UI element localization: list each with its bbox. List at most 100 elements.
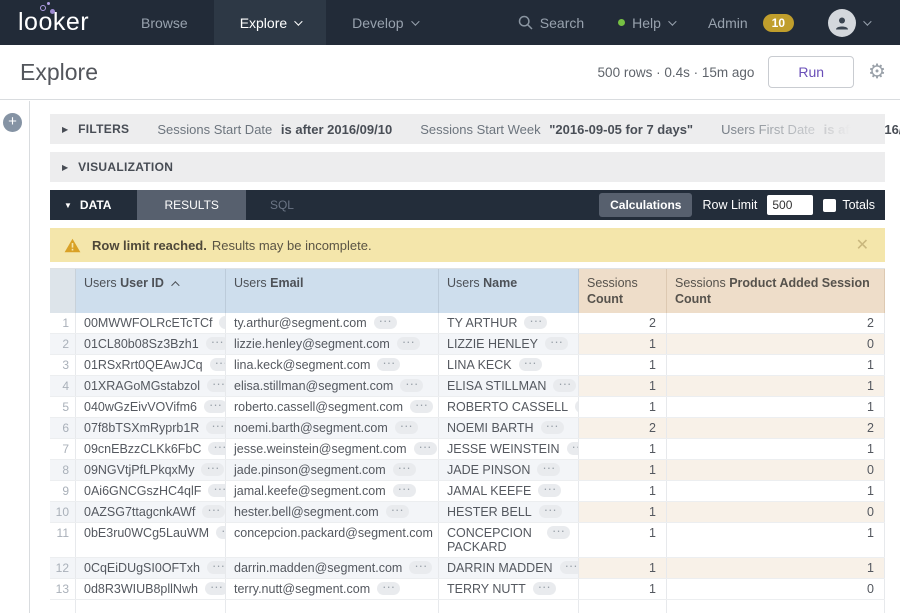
cell-name[interactable]: JESSE WEINSTEIN··· — [439, 439, 579, 459]
cell-email[interactable]: jamal.keefe@segment.com··· — [226, 481, 439, 501]
run-button[interactable]: Run — [768, 56, 854, 88]
cell-user-id[interactable]: 01CL80b08Sz3Bzh1··· — [76, 334, 226, 354]
nav-item-explore[interactable]: Explore — [214, 0, 326, 45]
cell-name[interactable]: NOEMI BARTH··· — [439, 418, 579, 438]
cell-menu-icon[interactable]: ··· — [397, 337, 420, 350]
cell-email[interactable]: lizzie.henley@segment.com··· — [226, 334, 439, 354]
cell-product-added[interactable]: 1 — [667, 523, 885, 557]
cell-name[interactable]: TY ARTHUR··· — [439, 313, 579, 333]
column-header-user-id[interactable]: Users User ID — [76, 269, 226, 313]
column-header-name[interactable]: Users Name — [439, 269, 579, 313]
add-field-button[interactable]: + — [3, 113, 22, 132]
cell-menu-icon[interactable]: ··· — [207, 561, 226, 574]
cell-menu-icon[interactable]: ··· — [201, 463, 224, 476]
cell-user-id[interactable]: 040wGzEivVOVifm6··· — [76, 397, 226, 417]
cell-menu-icon[interactable]: ··· — [206, 337, 226, 350]
cell-user-id[interactable]: 01RSxRrt0QEAwJCq··· — [76, 355, 226, 375]
cell-menu-icon[interactable]: ··· — [374, 316, 397, 329]
cell-name[interactable]: ROBERTO CASSELL··· — [439, 397, 579, 417]
cell-product-added[interactable]: 1 — [667, 376, 885, 396]
cell-menu-icon[interactable]: ··· — [538, 484, 561, 497]
cell-sessions-count[interactable]: 1 — [579, 355, 667, 375]
cell-email[interactable]: jesse.weinstein@segment.com··· — [226, 439, 439, 459]
column-header-sessions-count[interactable]: Sessions Count — [579, 269, 667, 313]
cell-sessions-count[interactable]: 1 — [579, 558, 667, 578]
cell-menu-icon[interactable]: ··· — [206, 421, 226, 434]
cell-menu-icon[interactable]: ··· — [393, 484, 416, 497]
cell-menu-icon[interactable]: ··· — [519, 358, 542, 371]
cell-sessions-count[interactable]: 1 — [579, 376, 667, 396]
tab-sql[interactable]: SQL — [246, 190, 318, 220]
cell-email[interactable]: lina.keck@segment.com··· — [226, 355, 439, 375]
cell-menu-icon[interactable]: ··· — [377, 582, 400, 595]
cell-name[interactable]: HESTER BELL··· — [439, 502, 579, 522]
cell-menu-icon[interactable]: ··· — [541, 421, 564, 434]
cell-sessions-count[interactable]: 1 — [579, 439, 667, 459]
cell-email[interactable]: concepcion.packard@segment.com··· — [226, 523, 439, 557]
cell-sessions-count[interactable]: 1 — [579, 397, 667, 417]
cell-sessions-count[interactable]: 2 — [579, 418, 667, 438]
cell-product-added[interactable]: 1 — [667, 439, 885, 459]
filter-item[interactable]: Sessions Start Date is after 2016/09/10 — [157, 122, 392, 137]
data-panel-toggle[interactable]: ▼ DATA — [50, 190, 137, 220]
cell-menu-icon[interactable]: ··· — [377, 358, 400, 371]
cell-email[interactable]: terry.nutt@segment.com··· — [226, 579, 439, 599]
cell-name[interactable]: JADE PINSON··· — [439, 460, 579, 480]
cell-product-added[interactable]: 1 — [667, 397, 885, 417]
cell-email[interactable]: ty.arthur@segment.com··· — [226, 313, 439, 333]
cell-user-id[interactable]: 0d8R3WIUB8pllNwh··· — [76, 579, 226, 599]
cell-name[interactable]: ELISA STILLMAN··· — [439, 376, 579, 396]
cell-sessions-count[interactable]: 1 — [579, 579, 667, 599]
cell-user-id[interactable]: 01XRAGoMGstabzol··· — [76, 376, 226, 396]
cell-user-id[interactable]: 0AZSG7ttagcnkAWf··· — [76, 502, 226, 522]
cell-user-id[interactable]: 09NGVtjPfLPkqxMy··· — [76, 460, 226, 480]
cell-product-added[interactable]: 2 — [667, 313, 885, 333]
cell-menu-icon[interactable]: ··· — [409, 561, 432, 574]
calculations-button[interactable]: Calculations — [599, 193, 692, 217]
close-icon[interactable]: ✕ — [856, 235, 871, 255]
filter-item[interactable]: Sessions Start Week "2016-09-05 for 7 da… — [420, 122, 693, 137]
cell-menu-icon[interactable]: ··· — [210, 358, 226, 371]
cell-menu-icon[interactable]: ··· — [567, 442, 579, 455]
cell-menu-icon[interactable]: ··· — [386, 505, 409, 518]
cell-menu-icon[interactable]: ··· — [537, 463, 560, 476]
cell-product-added[interactable]: 1 — [667, 481, 885, 501]
cell-product-added[interactable]: 0 — [667, 579, 885, 599]
cell-user-id[interactable]: 07f8bTSXmRyprb1R··· — [76, 418, 226, 438]
cell-sessions-count[interactable]: 1 — [579, 481, 667, 501]
cell-menu-icon[interactable]: ··· — [414, 442, 437, 455]
cell-email[interactable]: jade.pinson@segment.com··· — [226, 460, 439, 480]
column-header-product-added[interactable]: Sessions Product Added Session Count — [667, 269, 885, 313]
column-header-email[interactable]: Users Email — [226, 269, 439, 313]
cell-sessions-count[interactable]: 1 — [579, 523, 667, 557]
cell-name[interactable]: LINA KECK··· — [439, 355, 579, 375]
cell-sessions-count[interactable]: 1 — [579, 460, 667, 480]
cell-menu-icon[interactable]: ··· — [524, 316, 547, 329]
cell-name[interactable]: DARRIN MADDEN··· — [439, 558, 579, 578]
cell-menu-icon[interactable]: ··· — [204, 400, 226, 413]
totals-checkbox[interactable] — [823, 199, 836, 212]
cell-menu-icon[interactable]: ··· — [205, 582, 226, 595]
cell-product-added[interactable]: 1 — [667, 558, 885, 578]
cell-menu-icon[interactable]: ··· — [533, 582, 556, 595]
help-menu[interactable]: Help — [601, 15, 691, 31]
account-menu[interactable] — [811, 9, 886, 37]
cell-sessions-count[interactable]: 1 — [579, 502, 667, 522]
cell-name[interactable]: LIZZIE HENLEY··· — [439, 334, 579, 354]
cell-email[interactable]: elisa.stillman@segment.com··· — [226, 376, 439, 396]
cell-menu-icon[interactable]: ··· — [539, 505, 562, 518]
cell-sessions-count[interactable]: 2 — [579, 313, 667, 333]
cell-user-id[interactable]: 0bE3ru0WCg5LauWM··· — [76, 523, 226, 557]
cell-product-added[interactable]: 2 — [667, 418, 885, 438]
admin-menu[interactable]: Admin 10 — [691, 14, 811, 32]
cell-product-added[interactable]: 0 — [667, 502, 885, 522]
looker-logo[interactable]: looker — [0, 0, 115, 45]
cell-menu-icon[interactable]: ··· — [202, 505, 225, 518]
cell-product-added[interactable]: 0 — [667, 334, 885, 354]
cell-menu-icon[interactable]: ··· — [395, 421, 418, 434]
cell-menu-icon[interactable]: ··· — [393, 463, 416, 476]
cell-email[interactable]: hester.bell@segment.com··· — [226, 502, 439, 522]
nav-item-browse[interactable]: Browse — [115, 0, 214, 45]
nav-item-develop[interactable]: Develop — [326, 0, 442, 45]
tab-results[interactable]: RESULTS — [137, 190, 245, 220]
